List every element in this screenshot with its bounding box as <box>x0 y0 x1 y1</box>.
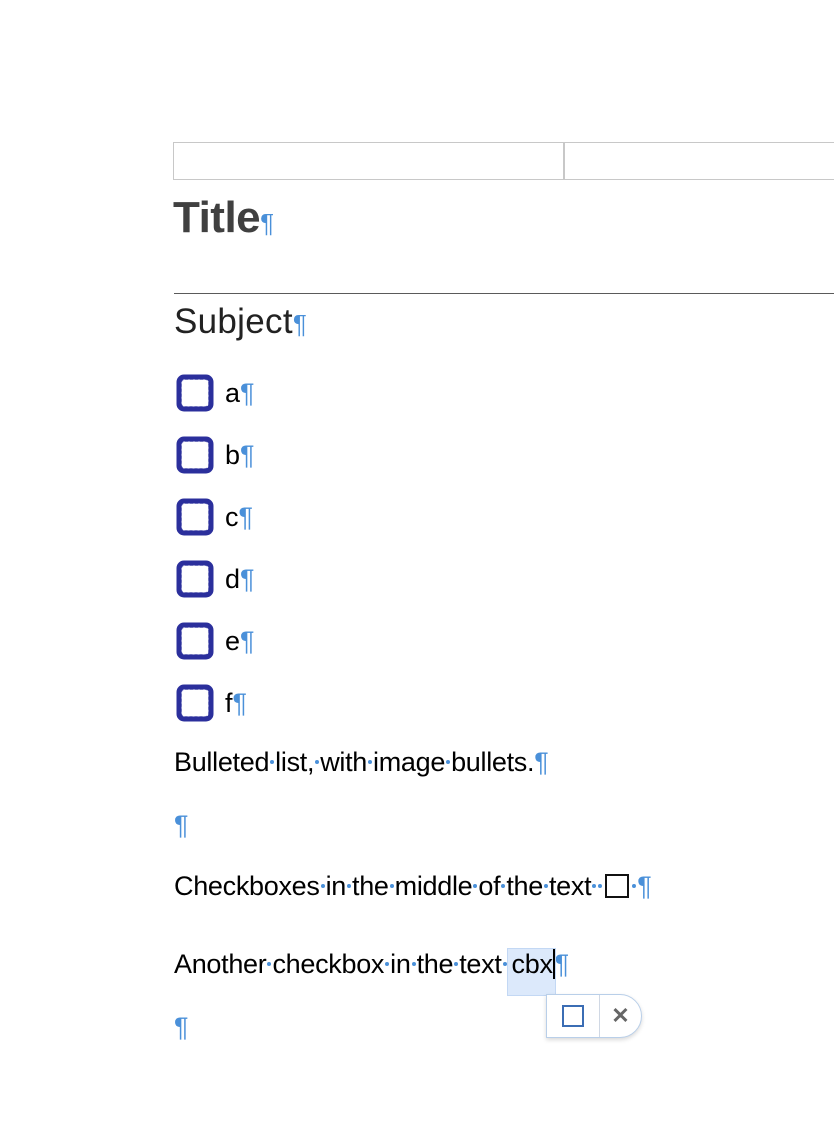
word: of <box>478 871 501 901</box>
another-checkbox-paragraph[interactable]: Another checkbox in the text cbx¶ <box>174 948 570 996</box>
checkbox-bullet-icon[interactable] <box>175 435 215 475</box>
checkbox-bullet-icon[interactable] <box>175 621 215 661</box>
selected-word: cbx <box>511 949 553 979</box>
list-item[interactable]: e ¶ <box>175 621 255 661</box>
header-table <box>173 142 834 180</box>
list-item[interactable]: c ¶ <box>175 497 253 537</box>
checkboxes-paragraph[interactable]: Checkboxes in the middle of the text ¶ <box>174 871 652 902</box>
bulleted-list-paragraph[interactable]: Bulleted list, with image bullets.¶ <box>174 747 549 778</box>
list-item-label: a <box>225 377 241 408</box>
list-item[interactable]: b ¶ <box>175 435 255 475</box>
title-text: Title <box>173 193 261 242</box>
pilcrow-mark: ¶ <box>238 501 254 532</box>
checkbox-bullet-icon[interactable] <box>175 373 215 413</box>
pilcrow-mark: ¶ <box>554 949 570 979</box>
pilcrow-mark: ¶ <box>240 563 255 594</box>
space-marker <box>320 883 325 888</box>
word: in <box>325 871 347 901</box>
inline-checkbox[interactable] <box>605 874 630 898</box>
space-marker <box>502 961 507 966</box>
horizontal-rule <box>174 293 834 294</box>
pilcrow-mark: ¶ <box>240 439 255 470</box>
word: Another <box>174 949 267 979</box>
space-marker <box>501 883 506 888</box>
header-cell-right[interactable] <box>565 143 834 179</box>
list-item[interactable]: d ¶ <box>175 559 255 599</box>
space-marker <box>270 759 275 764</box>
space-marker <box>473 883 478 888</box>
word: Checkboxes <box>174 871 320 901</box>
list-item-label: d <box>225 563 241 594</box>
selected-text[interactable]: cbx <box>506 948 556 996</box>
pilcrow-mark: ¶ <box>232 687 248 718</box>
pilcrow-mark: ¶ <box>174 1012 189 1042</box>
pilcrow-mark: ¶ <box>240 625 255 656</box>
list-item-label: b <box>225 439 241 470</box>
space-marker <box>389 883 394 888</box>
space-marker <box>267 961 272 966</box>
empty-paragraph[interactable]: ¶ <box>174 810 189 841</box>
space-marker <box>385 961 390 966</box>
pilcrow-mark: ¶ <box>637 871 652 901</box>
checkbox-bullet-icon[interactable] <box>175 497 215 537</box>
list-item-label: f <box>225 687 233 718</box>
word: list, <box>275 747 315 777</box>
document-subject[interactable]: Subject¶ <box>174 302 307 342</box>
word: middle <box>394 871 473 901</box>
space-marker <box>446 759 451 764</box>
list-item[interactable]: a ¶ <box>175 373 255 413</box>
space-marker <box>454 961 459 966</box>
space-marker <box>347 883 352 888</box>
space-marker <box>592 883 597 888</box>
checkbox-bullet-icon[interactable] <box>175 559 215 599</box>
list-item-label: e <box>225 625 241 656</box>
word: image <box>373 747 446 777</box>
close-icon: ✕ <box>611 1003 630 1028</box>
word: Bulleted <box>174 747 270 777</box>
checkbox-icon <box>562 1005 584 1027</box>
word: bullets. <box>451 747 535 777</box>
pilcrow-mark: ¶ <box>292 309 308 339</box>
list-item-label: c <box>225 501 239 532</box>
subject-text: Subject <box>174 302 293 341</box>
word: in <box>390 949 411 979</box>
pilcrow-mark: ¶ <box>534 747 549 777</box>
space-marker <box>411 961 416 966</box>
word: the <box>416 949 454 979</box>
document-title[interactable]: Title¶ <box>173 193 274 243</box>
pilcrow-mark: ¶ <box>240 377 255 408</box>
word: the <box>506 871 543 901</box>
word: checkbox <box>272 949 385 979</box>
space-marker <box>598 883 603 888</box>
word: text <box>459 949 502 979</box>
space-marker <box>315 759 320 764</box>
word: text <box>548 871 592 901</box>
checkbox-popover: ✕ <box>546 994 642 1038</box>
space-marker <box>368 759 373 764</box>
pilcrow-mark: ¶ <box>174 810 189 840</box>
pilcrow-mark: ¶ <box>260 208 274 238</box>
header-cell-left[interactable] <box>174 143 565 179</box>
space-marker <box>632 883 637 888</box>
empty-paragraph[interactable]: ¶ <box>174 1012 189 1043</box>
insert-checkbox-button[interactable] <box>547 995 600 1037</box>
close-popover-button[interactable]: ✕ <box>600 995 641 1037</box>
list-item[interactable]: f ¶ <box>175 683 247 723</box>
word: the <box>352 871 389 901</box>
word: with <box>320 747 368 777</box>
document-page: Title¶ Subject¶ a ¶ b ¶ c ¶ d ¶ e ¶ f ¶ Bulleted lis… <box>0 0 834 1126</box>
space-marker <box>543 883 548 888</box>
checkbox-bullet-icon[interactable] <box>175 683 215 723</box>
